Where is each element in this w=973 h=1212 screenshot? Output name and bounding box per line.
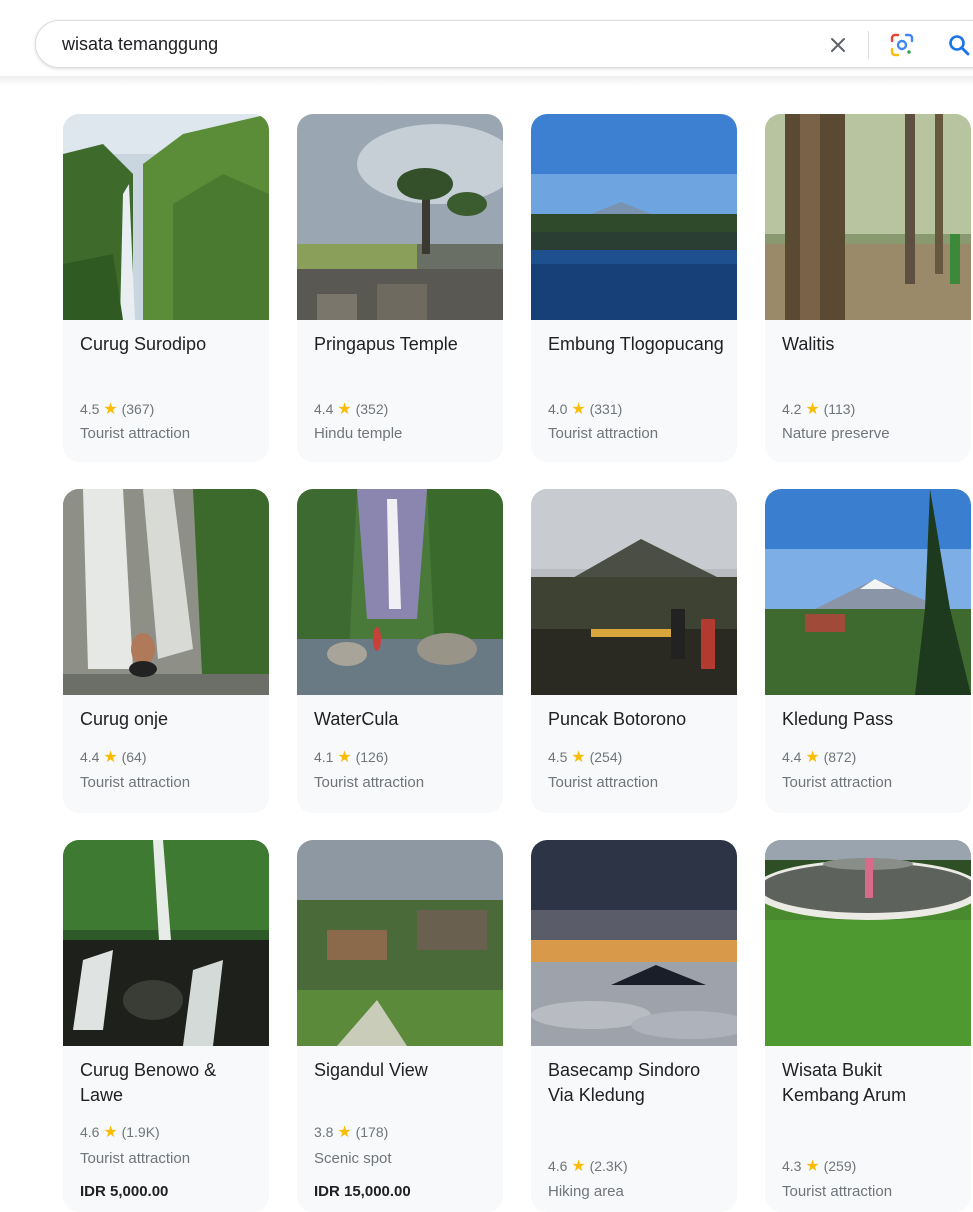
place-card[interactable]: Basecamp Sindoro Via Kledung 4.6 ★ (2.3K… bbox=[531, 840, 737, 1212]
place-photo bbox=[531, 840, 737, 1046]
place-name: Basecamp Sindoro Via Kledung bbox=[548, 1060, 701, 1105]
place-category: Tourist attraction bbox=[80, 1150, 191, 1167]
place-name: Curug Benowo & Lawe bbox=[80, 1060, 217, 1105]
search-icon[interactable] bbox=[946, 32, 972, 58]
star-icon: ★ bbox=[103, 749, 118, 766]
place-card[interactable]: Sigandul View 3.8 ★ (178) Scenic spot ID… bbox=[297, 840, 503, 1212]
place-card[interactable]: WaterCula 4.1 ★ (126) Tourist attraction bbox=[297, 489, 503, 813]
place-category: Tourist attraction bbox=[80, 774, 191, 791]
star-icon: ★ bbox=[571, 401, 586, 418]
place-name: Wisata Bukit Kembang Arum bbox=[782, 1060, 907, 1105]
place-photo bbox=[63, 840, 269, 1046]
place-card[interactable]: Walitis 4.2 ★ (113) Nature preserve bbox=[765, 114, 971, 462]
place-rating: 4.5 ★ (254) bbox=[548, 749, 623, 766]
place-name: Embung Tlogopucang bbox=[548, 334, 724, 354]
star-icon: ★ bbox=[805, 401, 820, 418]
place-name: Sigandul View bbox=[314, 1060, 428, 1080]
place-rating: 3.8 ★ (178) bbox=[314, 1124, 389, 1141]
place-card[interactable]: Pringapus Temple 4.4 ★ (352) Hindu templ… bbox=[297, 114, 503, 462]
place-card[interactable]: Wisata Bukit Kembang Arum 4.3 ★ (259) To… bbox=[765, 840, 971, 1212]
place-category: Hiking area bbox=[548, 1183, 624, 1200]
place-rating: 4.0 ★ (331) bbox=[548, 401, 623, 418]
close-icon[interactable] bbox=[826, 33, 850, 57]
place-name: Walitis bbox=[782, 334, 835, 354]
place-category: Scenic spot bbox=[314, 1150, 392, 1167]
search-input[interactable] bbox=[62, 31, 762, 57]
place-category: Hindu temple bbox=[314, 425, 403, 442]
place-photo bbox=[765, 489, 971, 695]
google-lens-icon[interactable] bbox=[889, 32, 915, 58]
place-rating: 4.1 ★ (126) bbox=[314, 749, 389, 766]
place-category: Tourist attraction bbox=[548, 425, 659, 442]
search-bar bbox=[35, 20, 973, 68]
header-shadow bbox=[0, 76, 973, 86]
place-photo bbox=[531, 489, 737, 695]
search-divider bbox=[868, 31, 869, 59]
star-icon: ★ bbox=[103, 1124, 118, 1141]
place-photo bbox=[297, 840, 503, 1046]
place-category: Tourist attraction bbox=[782, 774, 893, 791]
place-photo bbox=[297, 489, 503, 695]
place-rating: 4.5 ★ (367) bbox=[80, 401, 155, 418]
place-photo bbox=[63, 489, 269, 695]
place-rating: 4.4 ★ (872) bbox=[782, 749, 857, 766]
place-photo bbox=[531, 114, 737, 320]
place-rating: 4.3 ★ (259) bbox=[782, 1158, 857, 1175]
place-rating: 4.4 ★ (64) bbox=[80, 749, 147, 766]
place-price: IDR 15,000.00 bbox=[314, 1183, 411, 1200]
place-name: Pringapus Temple bbox=[314, 334, 458, 354]
place-photo bbox=[297, 114, 503, 320]
place-photo bbox=[765, 840, 971, 1046]
place-category: Tourist attraction bbox=[548, 774, 659, 791]
place-card[interactable]: Embung Tlogopucang 4.0 ★ (331) Tourist a… bbox=[531, 114, 737, 462]
place-name: Curug onje bbox=[80, 709, 169, 729]
place-rating: 4.6 ★ (1.9K) bbox=[80, 1124, 160, 1141]
star-icon: ★ bbox=[337, 401, 352, 418]
star-icon: ★ bbox=[805, 1158, 820, 1175]
place-category: Nature preserve bbox=[782, 425, 890, 442]
star-icon: ★ bbox=[337, 749, 352, 766]
place-rating: 4.6 ★ (2.3K) bbox=[548, 1158, 628, 1175]
place-name: Curug Surodipo bbox=[80, 334, 207, 354]
place-category: Tourist attraction bbox=[314, 774, 425, 791]
star-icon: ★ bbox=[805, 749, 820, 766]
star-icon: ★ bbox=[337, 1124, 352, 1141]
place-rating: 4.2 ★ (113) bbox=[782, 401, 856, 418]
place-category: Tourist attraction bbox=[80, 425, 191, 442]
place-card[interactable]: Curug Benowo & Lawe 4.6 ★ (1.9K) Tourist… bbox=[63, 840, 269, 1212]
place-category: Tourist attraction bbox=[782, 1183, 893, 1200]
place-name: WaterCula bbox=[314, 709, 399, 729]
place-name: Kledung Pass bbox=[782, 709, 894, 729]
place-card[interactable]: Puncak Botorono 4.5 ★ (254) Tourist attr… bbox=[531, 489, 737, 813]
place-photo bbox=[765, 114, 971, 320]
place-name: Puncak Botorono bbox=[548, 709, 687, 729]
place-price: IDR 5,000.00 bbox=[80, 1183, 169, 1200]
place-card[interactable]: Kledung Pass 4.4 ★ (872) Tourist attract… bbox=[765, 489, 971, 813]
place-card[interactable]: Curug onje 4.4 ★ (64) Tourist attraction bbox=[63, 489, 269, 813]
star-icon: ★ bbox=[571, 1158, 586, 1175]
place-rating: 4.4 ★ (352) bbox=[314, 401, 389, 418]
place-photo bbox=[63, 114, 269, 320]
star-icon: ★ bbox=[571, 749, 586, 766]
star-icon: ★ bbox=[103, 401, 118, 418]
place-card[interactable]: Curug Surodipo 4.5 ★ (367) Tourist attra… bbox=[63, 114, 269, 462]
